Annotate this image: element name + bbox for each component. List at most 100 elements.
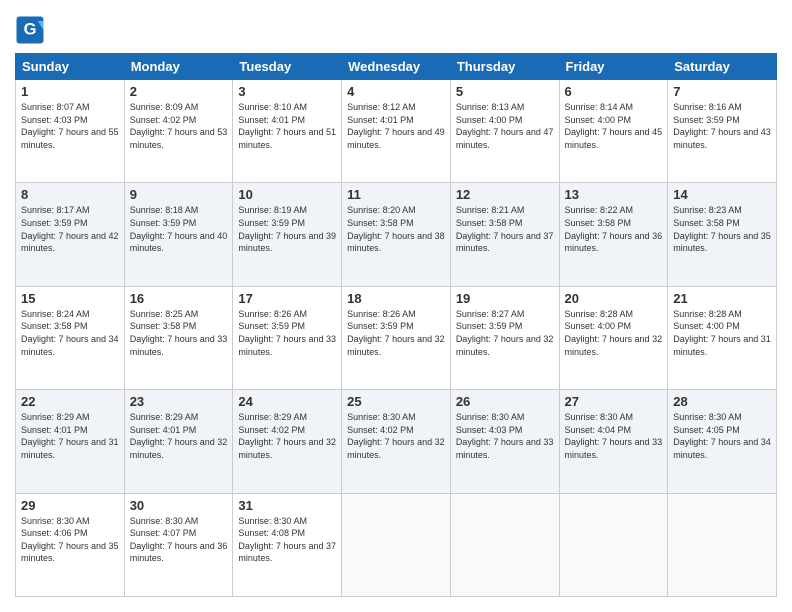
day-info: Sunrise: 8:13 AMSunset: 4:00 PMDaylight:…	[456, 102, 554, 150]
day-number: 19	[456, 291, 554, 306]
day-number: 28	[673, 394, 771, 409]
day-info: Sunrise: 8:30 AMSunset: 4:04 PMDaylight:…	[565, 412, 663, 460]
day-number: 22	[21, 394, 119, 409]
day-number: 11	[347, 187, 445, 202]
day-info: Sunrise: 8:10 AMSunset: 4:01 PMDaylight:…	[238, 102, 336, 150]
day-number: 21	[673, 291, 771, 306]
day-info: Sunrise: 8:30 AMSunset: 4:07 PMDaylight:…	[130, 516, 228, 564]
day-info: Sunrise: 8:30 AMSunset: 4:08 PMDaylight:…	[238, 516, 336, 564]
day-info: Sunrise: 8:26 AMSunset: 3:59 PMDaylight:…	[347, 309, 445, 357]
day-number: 31	[238, 498, 336, 513]
calendar-cell: 20 Sunrise: 8:28 AMSunset: 4:00 PMDaylig…	[559, 286, 668, 389]
calendar-cell: 29 Sunrise: 8:30 AMSunset: 4:06 PMDaylig…	[16, 493, 125, 596]
logo: G	[15, 15, 49, 45]
day-info: Sunrise: 8:30 AMSunset: 4:02 PMDaylight:…	[347, 412, 445, 460]
week-row-1: 1 Sunrise: 8:07 AMSunset: 4:03 PMDayligh…	[16, 80, 777, 183]
calendar-table: SundayMondayTuesdayWednesdayThursdayFrid…	[15, 53, 777, 597]
day-info: Sunrise: 8:17 AMSunset: 3:59 PMDaylight:…	[21, 205, 119, 253]
calendar-header-row: SundayMondayTuesdayWednesdayThursdayFrid…	[16, 54, 777, 80]
day-number: 9	[130, 187, 228, 202]
day-info: Sunrise: 8:28 AMSunset: 4:00 PMDaylight:…	[565, 309, 663, 357]
calendar-cell: 7 Sunrise: 8:16 AMSunset: 3:59 PMDayligh…	[668, 80, 777, 183]
calendar-cell: 16 Sunrise: 8:25 AMSunset: 3:58 PMDaylig…	[124, 286, 233, 389]
calendar-cell: 11 Sunrise: 8:20 AMSunset: 3:58 PMDaylig…	[342, 183, 451, 286]
calendar-cell: 12 Sunrise: 8:21 AMSunset: 3:58 PMDaylig…	[450, 183, 559, 286]
calendar-cell: 9 Sunrise: 8:18 AMSunset: 3:59 PMDayligh…	[124, 183, 233, 286]
day-info: Sunrise: 8:30 AMSunset: 4:03 PMDaylight:…	[456, 412, 554, 460]
day-number: 20	[565, 291, 663, 306]
day-info: Sunrise: 8:18 AMSunset: 3:59 PMDaylight:…	[130, 205, 228, 253]
day-header-friday: Friday	[559, 54, 668, 80]
day-header-thursday: Thursday	[450, 54, 559, 80]
day-number: 15	[21, 291, 119, 306]
day-number: 29	[21, 498, 119, 513]
day-number: 6	[565, 84, 663, 99]
day-number: 16	[130, 291, 228, 306]
day-number: 24	[238, 394, 336, 409]
day-info: Sunrise: 8:28 AMSunset: 4:00 PMDaylight:…	[673, 309, 771, 357]
day-info: Sunrise: 8:30 AMSunset: 4:06 PMDaylight:…	[21, 516, 119, 564]
day-info: Sunrise: 8:19 AMSunset: 3:59 PMDaylight:…	[238, 205, 336, 253]
calendar-cell	[450, 493, 559, 596]
calendar-cell: 27 Sunrise: 8:30 AMSunset: 4:04 PMDaylig…	[559, 390, 668, 493]
day-number: 3	[238, 84, 336, 99]
day-number: 5	[456, 84, 554, 99]
calendar-cell: 26 Sunrise: 8:30 AMSunset: 4:03 PMDaylig…	[450, 390, 559, 493]
day-header-monday: Monday	[124, 54, 233, 80]
calendar-body: 1 Sunrise: 8:07 AMSunset: 4:03 PMDayligh…	[16, 80, 777, 597]
day-info: Sunrise: 8:25 AMSunset: 3:58 PMDaylight:…	[130, 309, 228, 357]
week-row-4: 22 Sunrise: 8:29 AMSunset: 4:01 PMDaylig…	[16, 390, 777, 493]
calendar-cell: 28 Sunrise: 8:30 AMSunset: 4:05 PMDaylig…	[668, 390, 777, 493]
day-number: 8	[21, 187, 119, 202]
header: G	[15, 15, 777, 45]
svg-text:G: G	[24, 21, 37, 39]
day-info: Sunrise: 8:16 AMSunset: 3:59 PMDaylight:…	[673, 102, 771, 150]
day-number: 10	[238, 187, 336, 202]
calendar-cell: 25 Sunrise: 8:30 AMSunset: 4:02 PMDaylig…	[342, 390, 451, 493]
day-number: 12	[456, 187, 554, 202]
calendar-cell	[342, 493, 451, 596]
calendar-cell: 31 Sunrise: 8:30 AMSunset: 4:08 PMDaylig…	[233, 493, 342, 596]
calendar-cell: 5 Sunrise: 8:13 AMSunset: 4:00 PMDayligh…	[450, 80, 559, 183]
calendar-cell: 17 Sunrise: 8:26 AMSunset: 3:59 PMDaylig…	[233, 286, 342, 389]
day-info: Sunrise: 8:22 AMSunset: 3:58 PMDaylight:…	[565, 205, 663, 253]
calendar-cell: 24 Sunrise: 8:29 AMSunset: 4:02 PMDaylig…	[233, 390, 342, 493]
day-number: 17	[238, 291, 336, 306]
day-info: Sunrise: 8:21 AMSunset: 3:58 PMDaylight:…	[456, 205, 554, 253]
week-row-3: 15 Sunrise: 8:24 AMSunset: 3:58 PMDaylig…	[16, 286, 777, 389]
day-number: 13	[565, 187, 663, 202]
day-info: Sunrise: 8:29 AMSunset: 4:01 PMDaylight:…	[21, 412, 119, 460]
day-number: 1	[21, 84, 119, 99]
day-number: 14	[673, 187, 771, 202]
calendar-cell	[559, 493, 668, 596]
day-info: Sunrise: 8:20 AMSunset: 3:58 PMDaylight:…	[347, 205, 445, 253]
week-row-2: 8 Sunrise: 8:17 AMSunset: 3:59 PMDayligh…	[16, 183, 777, 286]
week-row-5: 29 Sunrise: 8:30 AMSunset: 4:06 PMDaylig…	[16, 493, 777, 596]
day-number: 25	[347, 394, 445, 409]
day-header-tuesday: Tuesday	[233, 54, 342, 80]
calendar-cell	[668, 493, 777, 596]
calendar-cell: 1 Sunrise: 8:07 AMSunset: 4:03 PMDayligh…	[16, 80, 125, 183]
calendar-cell: 21 Sunrise: 8:28 AMSunset: 4:00 PMDaylig…	[668, 286, 777, 389]
day-info: Sunrise: 8:24 AMSunset: 3:58 PMDaylight:…	[21, 309, 119, 357]
day-info: Sunrise: 8:07 AMSunset: 4:03 PMDaylight:…	[21, 102, 119, 150]
day-info: Sunrise: 8:29 AMSunset: 4:01 PMDaylight:…	[130, 412, 228, 460]
calendar-cell: 8 Sunrise: 8:17 AMSunset: 3:59 PMDayligh…	[16, 183, 125, 286]
calendar-cell: 15 Sunrise: 8:24 AMSunset: 3:58 PMDaylig…	[16, 286, 125, 389]
day-info: Sunrise: 8:30 AMSunset: 4:05 PMDaylight:…	[673, 412, 771, 460]
day-header-saturday: Saturday	[668, 54, 777, 80]
day-number: 4	[347, 84, 445, 99]
calendar-cell: 2 Sunrise: 8:09 AMSunset: 4:02 PMDayligh…	[124, 80, 233, 183]
day-info: Sunrise: 8:23 AMSunset: 3:58 PMDaylight:…	[673, 205, 771, 253]
day-number: 27	[565, 394, 663, 409]
day-info: Sunrise: 8:12 AMSunset: 4:01 PMDaylight:…	[347, 102, 445, 150]
logo-icon: G	[15, 15, 45, 45]
day-info: Sunrise: 8:09 AMSunset: 4:02 PMDaylight:…	[130, 102, 228, 150]
calendar-cell: 3 Sunrise: 8:10 AMSunset: 4:01 PMDayligh…	[233, 80, 342, 183]
calendar-cell: 14 Sunrise: 8:23 AMSunset: 3:58 PMDaylig…	[668, 183, 777, 286]
calendar-cell: 19 Sunrise: 8:27 AMSunset: 3:59 PMDaylig…	[450, 286, 559, 389]
day-number: 2	[130, 84, 228, 99]
day-number: 30	[130, 498, 228, 513]
day-number: 23	[130, 394, 228, 409]
day-number: 7	[673, 84, 771, 99]
